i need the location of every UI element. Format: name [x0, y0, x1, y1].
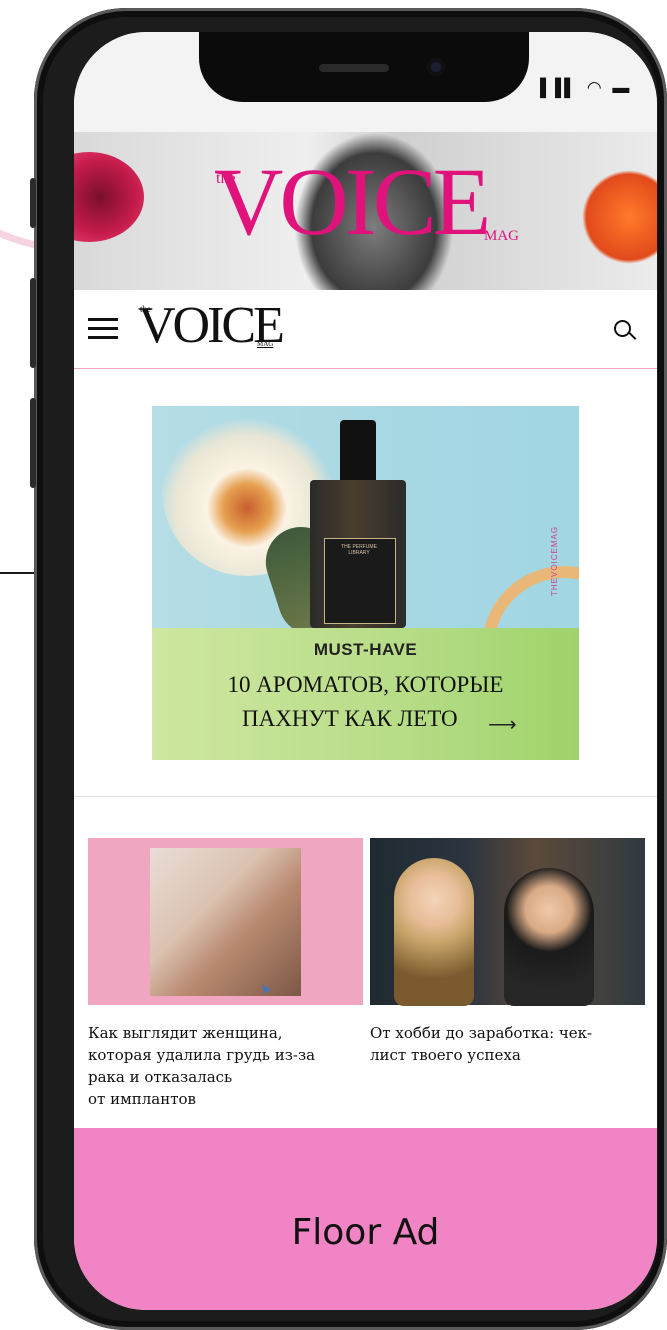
status-bar: ▐▐▌ ◠ ▬ [74, 32, 657, 132]
bottle-brand-text: THE PERFUME LIBRARY [341, 544, 377, 556]
banner-logo: VOICE [214, 148, 491, 255]
phone-screen: ▐▐▌ ◠ ▬ VOICE the MAG VOICE the MAG THE … [74, 32, 657, 1310]
speaker [319, 64, 389, 72]
flower-right-image [574, 162, 657, 272]
status-icons: ▐▐▌ ◠ ▬ [534, 78, 633, 97]
flower-left-image [74, 152, 144, 242]
hamburger-menu-icon[interactable] [88, 318, 118, 340]
mute-switch [30, 178, 36, 228]
person-photo [504, 868, 594, 1006]
top-banner[interactable]: VOICE the MAG [74, 132, 657, 290]
site-header: VOICE the MAG [74, 290, 657, 369]
banner-logo-suffix: MAG [484, 228, 520, 244]
article-title-line[interactable]: лист твоего успеха [370, 1044, 521, 1066]
volume-down-button [30, 398, 36, 488]
ad-vertical-text: THEVOICEMAG [550, 525, 559, 596]
banner-logo-prefix: the [216, 170, 236, 187]
arrow-right-icon: ⟶ [488, 714, 517, 736]
phone-frame: ▐▐▌ ◠ ▬ VOICE the MAG VOICE the MAG THE … [30, 8, 667, 1330]
article-title-line[interactable]: От хобби до заработка: чек- [370, 1022, 592, 1044]
search-icon[interactable] [614, 320, 637, 340]
notch [199, 32, 529, 102]
site-logo-prefix: the [140, 304, 151, 314]
article-title-line[interactable]: от имплантов [88, 1088, 196, 1110]
advertisement-banner[interactable]: THE PERFUME LIBRARY THEVOICEMAG MUST-HAV… [152, 406, 579, 760]
front-camera [427, 58, 445, 76]
article-title-line[interactable]: Как выглядит женщина, [88, 1022, 283, 1044]
site-logo-suffix: MAG [257, 340, 274, 348]
article-photo [150, 848, 301, 996]
article-title-line[interactable]: которая удалила грудь из-за [88, 1044, 315, 1066]
article-title-line[interactable]: рака и отказалась [88, 1066, 232, 1088]
floor-ad-label: Floor Ad [291, 1212, 440, 1253]
ad-headline-line2: ПАХНУТ КАК ЛЕТО [242, 706, 458, 731]
volume-up-button [30, 278, 36, 368]
bottle-cap [340, 420, 376, 484]
divider [74, 796, 657, 797]
person-photo [394, 858, 474, 1006]
ad-headline-line1: 10 АРОМАТОВ, КОТОРЫЕ [227, 672, 504, 697]
ad-kicker: MUST-HAVE [313, 640, 418, 659]
